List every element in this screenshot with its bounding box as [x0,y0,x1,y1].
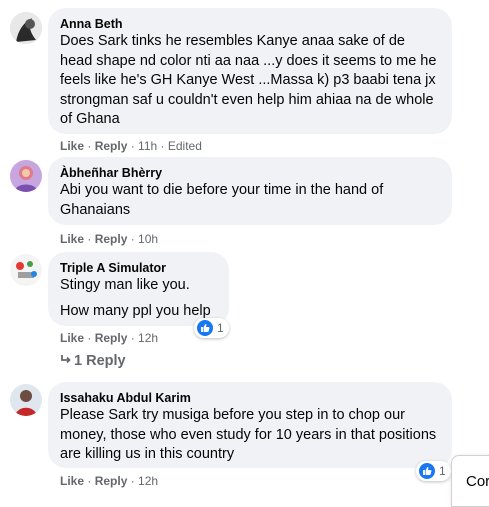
reply-arrow-icon [60,352,74,370]
timestamp[interactable]: 12h [138,331,158,345]
comment-text: Please Sark try musiga before you step i… [60,407,437,462]
thumbs-up-icon [419,463,435,479]
thumbs-up-icon [197,320,213,336]
edited-label: Edited [167,139,202,153]
avatar[interactable] [10,384,42,416]
comment-actions: Like · Reply · 10h [60,232,159,246]
comment-bubble: Issahaku Abdul Karim Please Sark try mus… [48,382,452,468]
comment-actions: Like · Reply · 11h · Edited [60,139,202,153]
comment-input-partial[interactable]: Cor [451,455,489,507]
like-link[interactable]: Like [60,474,84,488]
reply-link[interactable]: Reply [95,232,128,246]
comment-bubble: Àbheñhar Bhèrry Abi you want to die befo… [48,157,452,225]
comment-text: Stingy man like you. [60,277,190,293]
avatar[interactable] [10,160,42,192]
timestamp[interactable]: 12h [138,474,158,488]
comment-bubble: Anna Beth Does Sark tinks he resembles K… [48,8,452,134]
replies-count-label: 1 Reply [74,353,126,369]
comment-text: Does Sark tinks he resembles Kanye anaa … [60,33,437,127]
reaction-count: 1 [217,321,224,335]
like-link[interactable]: Like [60,232,84,246]
comment-author[interactable]: Àbheñhar Bhèrry [60,165,440,181]
avatar[interactable] [10,12,42,44]
reply-link[interactable]: Reply [95,331,128,345]
reaction-badge[interactable]: 1 [194,318,229,338]
comment-bubble: Triple A Simulator Stingy man like you. … [48,252,229,326]
comment-author[interactable]: Anna Beth [60,16,440,32]
comment-input-placeholder: Cor [466,473,489,490]
reaction-count: 1 [439,464,446,478]
like-link[interactable]: Like [60,331,84,345]
comment-text-line2: How many ppl you help [60,302,211,319]
comment-author[interactable]: Issahaku Abdul Karim [60,390,440,406]
reaction-badge[interactable]: 1 [416,461,451,481]
reply-link[interactable]: Reply [95,474,128,488]
comment-author[interactable]: Triple A Simulator [60,260,217,276]
timestamp[interactable]: 10h [138,232,158,246]
comment-actions: Like · Reply · 12h [60,474,159,488]
view-replies-link[interactable]: 1 Reply [60,352,126,370]
comment-text: Abi you want to die before your time in … [60,182,384,218]
comment-actions: Like · Reply · 12h [60,331,159,345]
like-link[interactable]: Like [60,139,84,153]
reply-link[interactable]: Reply [95,139,128,153]
avatar[interactable] [10,254,42,286]
timestamp[interactable]: 11h [138,139,157,153]
